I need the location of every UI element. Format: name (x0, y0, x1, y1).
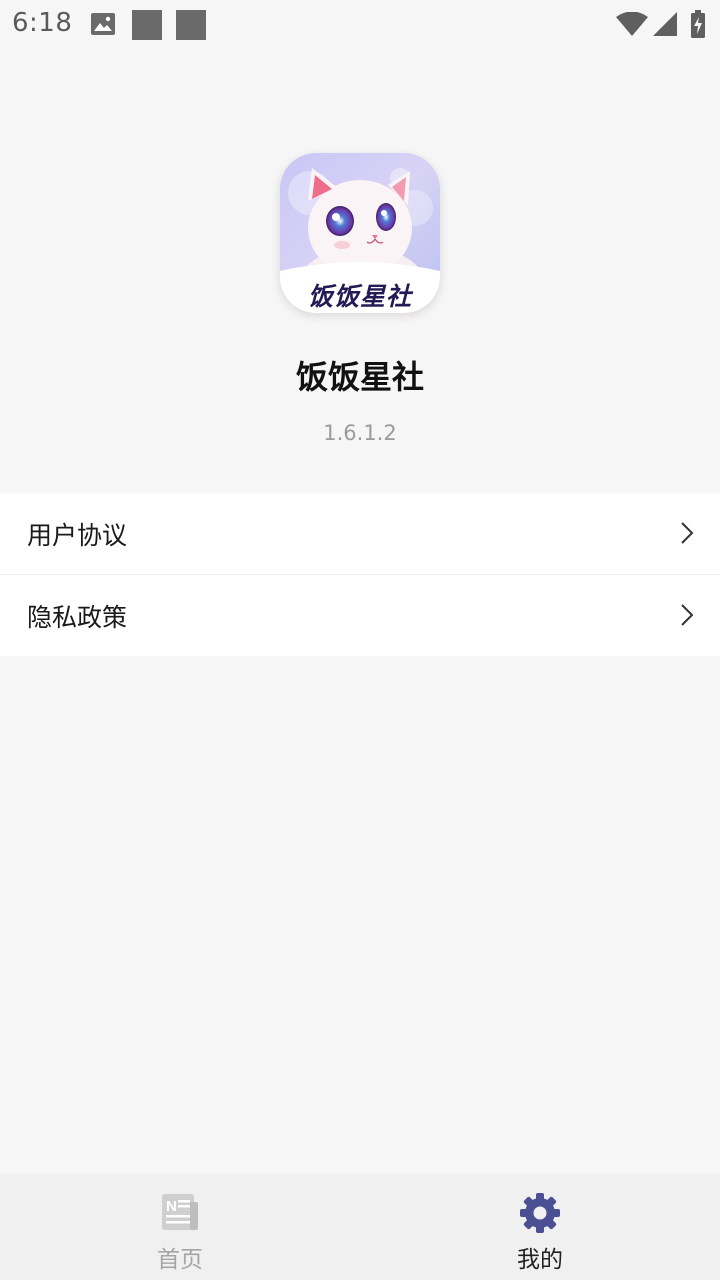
app-version: 1.6.1.2 (323, 421, 397, 445)
user-agreement-label: 用户协议 (27, 520, 128, 550)
bottom-tab-bar: N 首页 我的 (0, 1174, 720, 1280)
chevron-right-icon (680, 603, 694, 631)
signal-icon (653, 12, 677, 40)
status-time: 6:18 (12, 8, 73, 38)
notification-square-icon (132, 10, 162, 40)
notification-square-icon (176, 10, 206, 40)
status-bar: 6:18 (0, 0, 720, 50)
privacy-policy-label: 隐私政策 (27, 602, 128, 632)
app-logo: 饭饭星社 (280, 153, 440, 313)
tab-mine[interactable]: 我的 (360, 1174, 720, 1280)
tab-mine-label: 我的 (517, 1247, 563, 1273)
gear-icon (519, 1192, 561, 1238)
tab-home[interactable]: N 首页 (0, 1174, 360, 1280)
privacy-policy-item[interactable]: 隐私政策 (0, 575, 720, 656)
app-logo-text: 饭饭星社 (307, 282, 412, 311)
svg-text:N: N (166, 1198, 177, 1215)
app-name: 饭饭星社 (295, 358, 424, 396)
tab-home-label: 首页 (157, 1247, 203, 1273)
settings-menu: 用户协议 隐私政策 (0, 493, 720, 656)
newspaper-icon: N (160, 1192, 200, 1236)
image-icon (91, 13, 115, 39)
chevron-right-icon (680, 521, 694, 549)
wifi-icon (616, 11, 648, 40)
battery-charging-icon (690, 10, 706, 42)
user-agreement-item[interactable]: 用户协议 (0, 493, 720, 575)
